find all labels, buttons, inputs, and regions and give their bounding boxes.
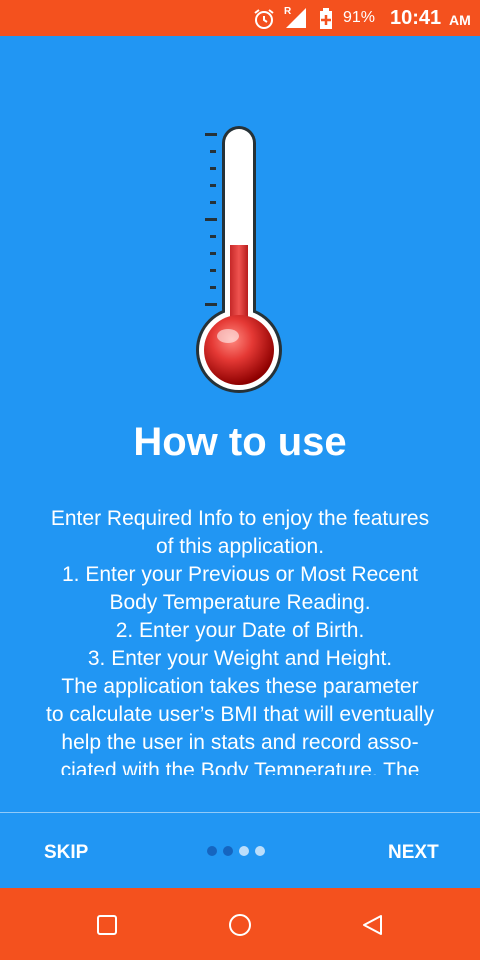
recent-apps-icon[interactable] — [96, 914, 118, 936]
instruction-line: Enter Required Info to enjoy the feature… — [50, 507, 430, 530]
instruction-line: to calculate user’s BMI that will eventu… — [46, 703, 434, 726]
instruction-line: 1. Enter your Previous or Most Recent — [62, 563, 418, 586]
instruction-line: of this application. — [155, 535, 325, 558]
clock-ampm: AM — [449, 12, 471, 28]
clock: 10:41 — [390, 7, 442, 29]
divider — [0, 812, 480, 813]
back-icon[interactable] — [361, 914, 385, 938]
next-button[interactable]: NEXT — [388, 842, 439, 864]
page-dot — [207, 846, 217, 856]
signal-icon — [286, 8, 306, 28]
battery-percent: 91% — [343, 9, 376, 26]
nav-bar — [0, 888, 480, 960]
instruction-line: 2. Enter your Date of Birth. — [115, 619, 365, 642]
page-dot — [255, 846, 265, 856]
page-title: How to use — [133, 420, 347, 464]
instruction-line: ciated with the Body Temperature. The — [60, 759, 420, 775]
instruction-line: 3. Enter your Weight and Height. — [87, 647, 393, 670]
instructions-text: Enter Required Info to enjoy the feature… — [12, 505, 468, 775]
page-indicator — [207, 843, 271, 861]
skip-button[interactable]: SKIP — [44, 842, 88, 864]
home-icon[interactable] — [228, 914, 252, 938]
alarm-icon — [254, 9, 274, 29]
battery-charging-icon — [320, 8, 332, 29]
thermometer-icon — [196, 126, 282, 393]
page-dot — [223, 846, 233, 856]
instruction-line: Body Temperature Reading. — [109, 591, 371, 614]
status-bar: R 91% 10:41 AM — [0, 0, 480, 36]
instruction-line: The application takes these parameter — [61, 675, 419, 698]
page-dot — [239, 846, 249, 856]
instruction-line: help the user in stats and record asso- — [61, 731, 419, 754]
